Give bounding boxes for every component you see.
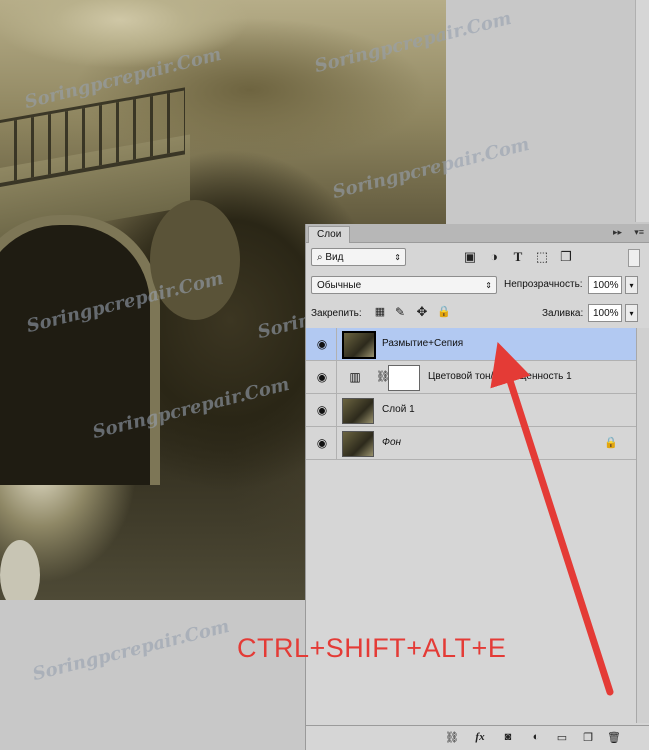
red-arrow: [490, 342, 614, 696]
